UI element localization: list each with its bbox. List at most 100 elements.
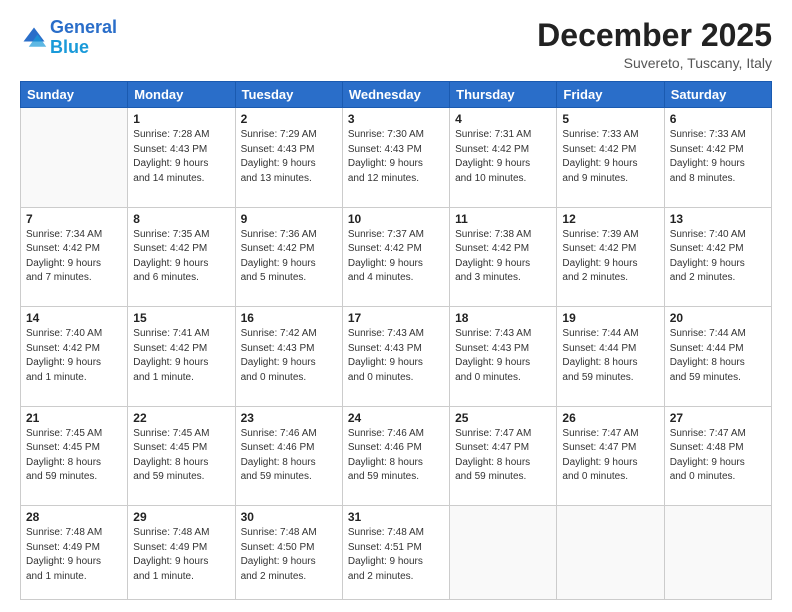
day-number: 8 [133, 212, 229, 226]
day-info: Sunrise: 7:38 AM Sunset: 4:42 PM Dayligh… [455, 228, 551, 286]
weekday-header-row: SundayMondayTuesdayWednesdayThursdayFrid… [21, 82, 772, 108]
calendar-cell: 6 Sunrise: 7:33 AM Sunset: 4:42 PM Daylig… [664, 108, 771, 207]
day-info: Sunrise: 7:40 AM Sunset: 4:42 PM Dayligh… [26, 327, 122, 385]
day-number: 28 [26, 510, 122, 524]
day-info: Sunrise: 7:43 AM Sunset: 4:43 PM Dayligh… [348, 327, 444, 385]
calendar-cell: 31 Sunrise: 7:48 AM Sunset: 4:51 PM Dayli… [342, 506, 449, 600]
calendar-cell: 24 Sunrise: 7:46 AM Sunset: 4:46 PM Dayli… [342, 406, 449, 505]
weekday-header-monday: Monday [128, 82, 235, 108]
day-info: Sunrise: 7:45 AM Sunset: 4:45 PM Dayligh… [26, 427, 122, 485]
calendar-cell: 19 Sunrise: 7:44 AM Sunset: 4:44 PM Dayli… [557, 307, 664, 406]
day-number: 1 [133, 112, 229, 126]
weekday-header-sunday: Sunday [21, 82, 128, 108]
header: General Blue December 2025 Suvereto, Tus… [20, 18, 772, 71]
calendar-cell: 20 Sunrise: 7:44 AM Sunset: 4:44 PM Dayli… [664, 307, 771, 406]
day-info: Sunrise: 7:37 AM Sunset: 4:42 PM Dayligh… [348, 228, 444, 286]
day-info: Sunrise: 7:45 AM Sunset: 4:45 PM Dayligh… [133, 427, 229, 485]
day-info: Sunrise: 7:33 AM Sunset: 4:42 PM Dayligh… [562, 128, 658, 186]
weekday-header-friday: Friday [557, 82, 664, 108]
day-number: 4 [455, 112, 551, 126]
day-number: 6 [670, 112, 766, 126]
day-number: 31 [348, 510, 444, 524]
day-number: 13 [670, 212, 766, 226]
calendar-cell: 5 Sunrise: 7:33 AM Sunset: 4:42 PM Daylig… [557, 108, 664, 207]
calendar-cell: 25Sunrise: 7:47 AM Sunset: 4:47 PM Dayli… [450, 406, 557, 505]
calendar-cell: 28 Sunrise: 7:48 AM Sunset: 4:49 PM Dayli… [21, 506, 128, 600]
calendar-cell: 18 Sunrise: 7:43 AM Sunset: 4:43 PM Dayli… [450, 307, 557, 406]
calendar-cell: 22 Sunrise: 7:45 AM Sunset: 4:45 PM Dayli… [128, 406, 235, 505]
day-number: 24 [348, 411, 444, 425]
page: General Blue December 2025 Suvereto, Tus… [0, 0, 792, 612]
day-info: Sunrise: 7:44 AM Sunset: 4:44 PM Dayligh… [562, 327, 658, 385]
calendar-cell: 15 Sunrise: 7:41 AM Sunset: 4:42 PM Dayli… [128, 307, 235, 406]
day-number: 27 [670, 411, 766, 425]
day-number: 10 [348, 212, 444, 226]
day-info: Sunrise: 7:35 AM Sunset: 4:42 PM Dayligh… [133, 228, 229, 286]
logo: General Blue [20, 18, 117, 58]
day-info: Sunrise: 7:33 AM Sunset: 4:42 PM Dayligh… [670, 128, 766, 186]
day-number: 18 [455, 311, 551, 325]
location: Suvereto, Tuscany, Italy [537, 55, 772, 71]
day-info: Sunrise: 7:28 AM Sunset: 4:43 PM Dayligh… [133, 128, 229, 186]
calendar-cell: 3 Sunrise: 7:30 AM Sunset: 4:43 PM Daylig… [342, 108, 449, 207]
day-number: 2 [241, 112, 337, 126]
calendar-cell: 30Sunrise: 7:48 AM Sunset: 4:50 PM Dayli… [235, 506, 342, 600]
day-info: Sunrise: 7:46 AM Sunset: 4:46 PM Dayligh… [348, 427, 444, 485]
day-number: 19 [562, 311, 658, 325]
calendar-cell: 2 Sunrise: 7:29 AM Sunset: 4:43 PM Daylig… [235, 108, 342, 207]
calendar-cell: 27 Sunrise: 7:47 AM Sunset: 4:48 PM Dayli… [664, 406, 771, 505]
day-info: Sunrise: 7:47 AM Sunset: 4:48 PM Dayligh… [670, 427, 766, 485]
week-row-5: 28 Sunrise: 7:48 AM Sunset: 4:49 PM Dayli… [21, 506, 772, 600]
week-row-3: 14Sunrise: 7:40 AM Sunset: 4:42 PM Dayli… [21, 307, 772, 406]
day-number: 9 [241, 212, 337, 226]
day-info: Sunrise: 7:42 AM Sunset: 4:43 PM Dayligh… [241, 327, 337, 385]
week-row-1: 1 Sunrise: 7:28 AM Sunset: 4:43 PM Daylig… [21, 108, 772, 207]
day-number: 3 [348, 112, 444, 126]
day-number: 26 [562, 411, 658, 425]
weekday-header-wednesday: Wednesday [342, 82, 449, 108]
day-info: Sunrise: 7:48 AM Sunset: 4:49 PM Dayligh… [26, 526, 122, 584]
day-number: 15 [133, 311, 229, 325]
calendar-cell: 17 Sunrise: 7:43 AM Sunset: 4:43 PM Dayli… [342, 307, 449, 406]
logo-icon [20, 24, 48, 52]
day-number: 22 [133, 411, 229, 425]
title-block: December 2025 Suvereto, Tuscany, Italy [537, 18, 772, 71]
weekday-header-tuesday: Tuesday [235, 82, 342, 108]
day-info: Sunrise: 7:30 AM Sunset: 4:43 PM Dayligh… [348, 128, 444, 186]
calendar-cell: 23Sunrise: 7:46 AM Sunset: 4:46 PM Dayli… [235, 406, 342, 505]
day-info: Sunrise: 7:43 AM Sunset: 4:43 PM Dayligh… [455, 327, 551, 385]
day-info: Sunrise: 7:36 AM Sunset: 4:42 PM Dayligh… [241, 228, 337, 286]
day-info: Sunrise: 7:41 AM Sunset: 4:42 PM Dayligh… [133, 327, 229, 385]
day-number: 29 [133, 510, 229, 524]
day-info: Sunrise: 7:48 AM Sunset: 4:51 PM Dayligh… [348, 526, 444, 584]
calendar-cell: 9 Sunrise: 7:36 AM Sunset: 4:42 PM Daylig… [235, 207, 342, 306]
calendar-cell: 21Sunrise: 7:45 AM Sunset: 4:45 PM Dayli… [21, 406, 128, 505]
logo-text: General Blue [50, 18, 117, 58]
day-info: Sunrise: 7:46 AM Sunset: 4:46 PM Dayligh… [241, 427, 337, 485]
day-info: Sunrise: 7:29 AM Sunset: 4:43 PM Dayligh… [241, 128, 337, 186]
day-number: 16 [241, 311, 337, 325]
week-row-2: 7Sunrise: 7:34 AM Sunset: 4:42 PM Daylig… [21, 207, 772, 306]
day-number: 5 [562, 112, 658, 126]
day-number: 25 [455, 411, 551, 425]
weekday-header-saturday: Saturday [664, 82, 771, 108]
day-number: 30 [241, 510, 337, 524]
day-info: Sunrise: 7:40 AM Sunset: 4:42 PM Dayligh… [670, 228, 766, 286]
day-number: 17 [348, 311, 444, 325]
month-title: December 2025 [537, 18, 772, 53]
calendar-cell [557, 506, 664, 600]
day-number: 12 [562, 212, 658, 226]
day-number: 11 [455, 212, 551, 226]
calendar-cell: 10 Sunrise: 7:37 AM Sunset: 4:42 PM Dayli… [342, 207, 449, 306]
calendar-cell: 11 Sunrise: 7:38 AM Sunset: 4:42 PM Dayli… [450, 207, 557, 306]
calendar-cell: 16 Sunrise: 7:42 AM Sunset: 4:43 PM Dayli… [235, 307, 342, 406]
calendar-cell: 14Sunrise: 7:40 AM Sunset: 4:42 PM Dayli… [21, 307, 128, 406]
calendar-cell: 7Sunrise: 7:34 AM Sunset: 4:42 PM Daylig… [21, 207, 128, 306]
calendar-cell: 4Sunrise: 7:31 AM Sunset: 4:42 PM Daylig… [450, 108, 557, 207]
day-info: Sunrise: 7:44 AM Sunset: 4:44 PM Dayligh… [670, 327, 766, 385]
calendar-table: SundayMondayTuesdayWednesdayThursdayFrid… [20, 81, 772, 600]
calendar-cell: 12Sunrise: 7:39 AM Sunset: 4:42 PM Dayli… [557, 207, 664, 306]
day-number: 20 [670, 311, 766, 325]
calendar-cell: 29Sunrise: 7:48 AM Sunset: 4:49 PM Dayli… [128, 506, 235, 600]
calendar-cell: 13 Sunrise: 7:40 AM Sunset: 4:42 PM Dayli… [664, 207, 771, 306]
